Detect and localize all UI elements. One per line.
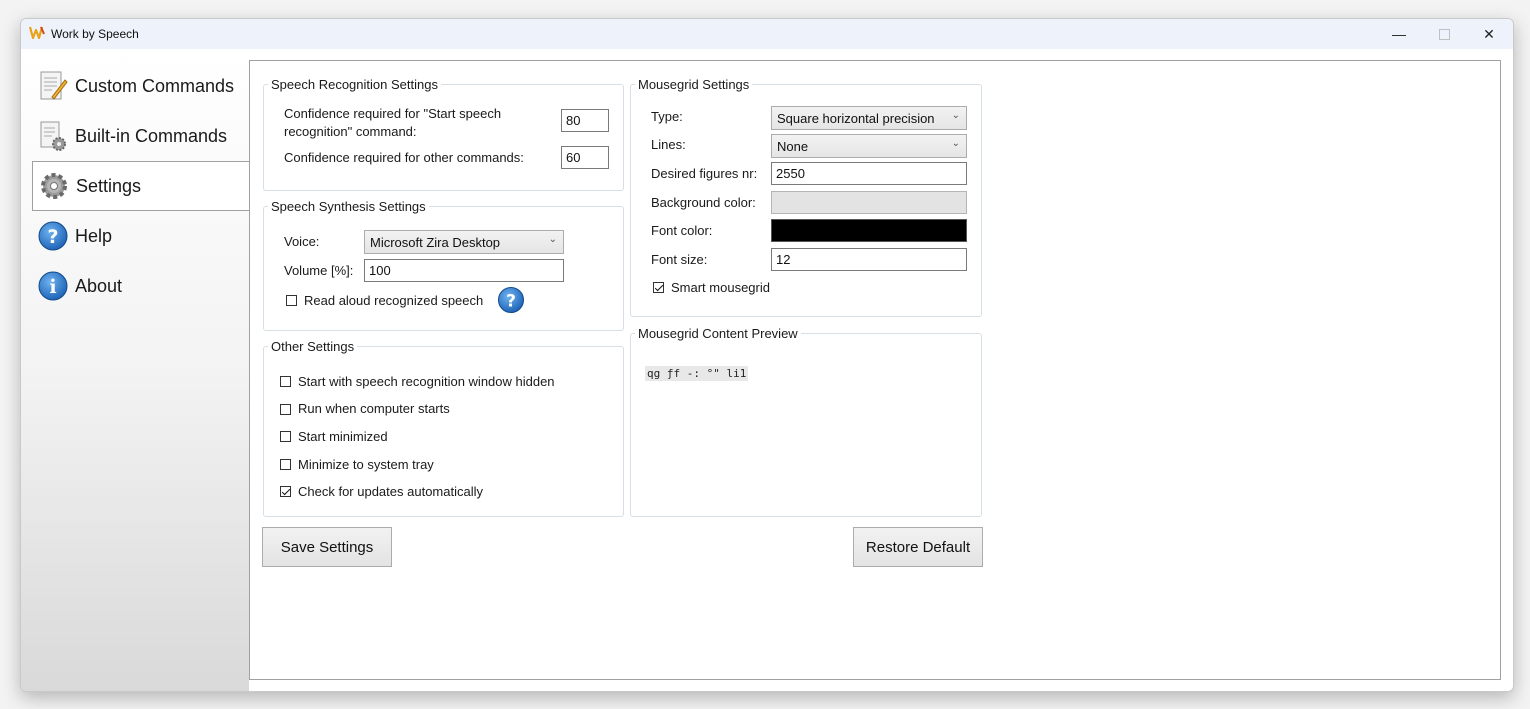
start-confidence-input[interactable]: 80: [561, 109, 609, 132]
other-confidence-input[interactable]: 60: [561, 146, 609, 169]
settings-panel: Speech Recognition Settings Confidence r…: [249, 60, 1501, 680]
maximize-icon: [1438, 28, 1450, 40]
sidebar-item-label: About: [75, 275, 123, 296]
figures-label: Desired figures nr:: [651, 166, 758, 181]
sidebar-item-custom-commands[interactable]: Custom Commands: [32, 62, 248, 110]
minimize-to-tray-checkbox[interactable]: [280, 459, 291, 470]
svg-text:i: i: [49, 276, 56, 298]
group-legend: Other Settings: [271, 339, 355, 354]
other-confidence-label: Confidence required for other commands:: [284, 150, 524, 165]
lines-label: Lines:: [651, 137, 686, 152]
check-updates-label: Check for updates automatically: [298, 484, 483, 499]
run-on-startup-label: Run when computer starts: [298, 401, 450, 416]
voice-label: Voice:: [284, 234, 320, 249]
start-minimized-checkbox[interactable]: [280, 431, 291, 442]
sidebar-item-label: Settings: [76, 175, 142, 196]
group-legend: Speech Recognition Settings: [271, 77, 438, 92]
mousegrid-preview-group: Mousegrid Content Preview qg ƒf -: °" li…: [630, 326, 982, 517]
gear-icon: [41, 173, 67, 199]
help-icon[interactable]: ?: [497, 286, 525, 314]
start-confidence-label: Confidence required for "Start speech re…: [284, 106, 502, 139]
smart-mousegrid-label: Smart mousegrid: [671, 280, 770, 295]
read-aloud-checkbox[interactable]: [286, 295, 297, 306]
chevron-down-icon: ⌄: [951, 138, 960, 149]
sidebar-item-label: Custom Commands: [75, 75, 235, 96]
type-select[interactable]: Square horizontal precision ⌄: [771, 106, 967, 130]
sidebar-item-built-in-commands[interactable]: Built-in Commands: [32, 112, 248, 160]
group-legend: Mousegrid Settings: [638, 77, 750, 92]
sidebar-item-settings[interactable]: Settings: [32, 161, 250, 211]
help-icon: ?: [38, 221, 68, 251]
sidebar-item-label: Built-in Commands: [75, 125, 228, 146]
lines-select[interactable]: None ⌄: [771, 134, 967, 158]
font-color-picker[interactable]: [771, 219, 967, 242]
type-select-value: Square horizontal precision: [777, 111, 935, 126]
font-size-input[interactable]: 12: [771, 248, 967, 271]
font-size-label: Font size:: [651, 252, 708, 267]
start-minimized-label: Start minimized: [298, 429, 388, 444]
restore-default-button[interactable]: Restore Default: [853, 527, 983, 567]
save-settings-button[interactable]: Save Settings: [262, 527, 392, 567]
info-icon: i: [38, 271, 68, 301]
mousegrid-preview-text: qg ƒf -: °" li1: [645, 366, 749, 381]
sidebar-item-label: Help: [75, 225, 113, 246]
minimize-icon: —: [1392, 26, 1406, 42]
start-hidden-checkbox[interactable]: [280, 376, 291, 387]
volume-input[interactable]: 100: [364, 259, 564, 282]
figures-input[interactable]: 2550: [771, 162, 967, 185]
start-hidden-label: Start with speech recognition window hid…: [298, 374, 555, 389]
maximize-button[interactable]: [1421, 19, 1467, 49]
voice-select-value: Microsoft Zira Desktop: [370, 235, 501, 250]
close-icon: ✕: [1483, 25, 1495, 42]
mousegrid-settings-group: Mousegrid Settings Type: Square horizont…: [630, 77, 982, 317]
svg-text:?: ?: [506, 292, 516, 312]
volume-label: Volume [%]:: [284, 263, 354, 278]
font-color-label: Font color:: [651, 223, 713, 238]
sidebar-nav: Custom Commands Built-in Commands Settin…: [21, 49, 250, 691]
read-aloud-label: Read aloud recognized speech: [304, 293, 484, 308]
svg-text:?: ?: [47, 226, 58, 248]
sidebar-item-help[interactable]: ? Help: [32, 212, 248, 260]
title-bar: Work by Speech — ✕: [21, 19, 1513, 49]
notepad-pencil-icon: [40, 71, 68, 100]
minimize-to-tray-label: Minimize to system tray: [298, 457, 434, 472]
app-logo-icon: [29, 26, 45, 40]
type-label: Type:: [651, 109, 683, 124]
speech-recognition-group: Speech Recognition Settings Confidence r…: [263, 77, 624, 191]
voice-select[interactable]: Microsoft Zira Desktop ⌄: [364, 230, 564, 254]
close-button[interactable]: ✕: [1466, 19, 1512, 49]
chevron-down-icon: ⌄: [548, 234, 557, 245]
smart-mousegrid-checkbox[interactable]: [653, 282, 664, 293]
lines-select-value: None: [777, 139, 809, 154]
chevron-down-icon: ⌄: [951, 110, 960, 121]
app-window: Work by Speech — ✕ Custom Commands Built…: [20, 18, 1514, 692]
background-color-label: Background color:: [651, 195, 756, 210]
speech-synthesis-group: Speech Synthesis Settings Voice: Microso…: [263, 199, 624, 331]
window-title: Work by Speech: [51, 27, 139, 41]
document-gear-icon: [40, 121, 66, 151]
run-on-startup-checkbox[interactable]: [280, 404, 291, 415]
check-updates-checkbox[interactable]: [280, 486, 291, 497]
background-color-picker[interactable]: [771, 191, 967, 214]
group-legend: Mousegrid Content Preview: [638, 326, 798, 341]
other-settings-group: Other Settings Start with speech recogni…: [263, 339, 624, 517]
group-legend: Speech Synthesis Settings: [271, 199, 426, 214]
minimize-button[interactable]: —: [1376, 19, 1422, 49]
sidebar-item-about[interactable]: i About: [32, 262, 248, 310]
